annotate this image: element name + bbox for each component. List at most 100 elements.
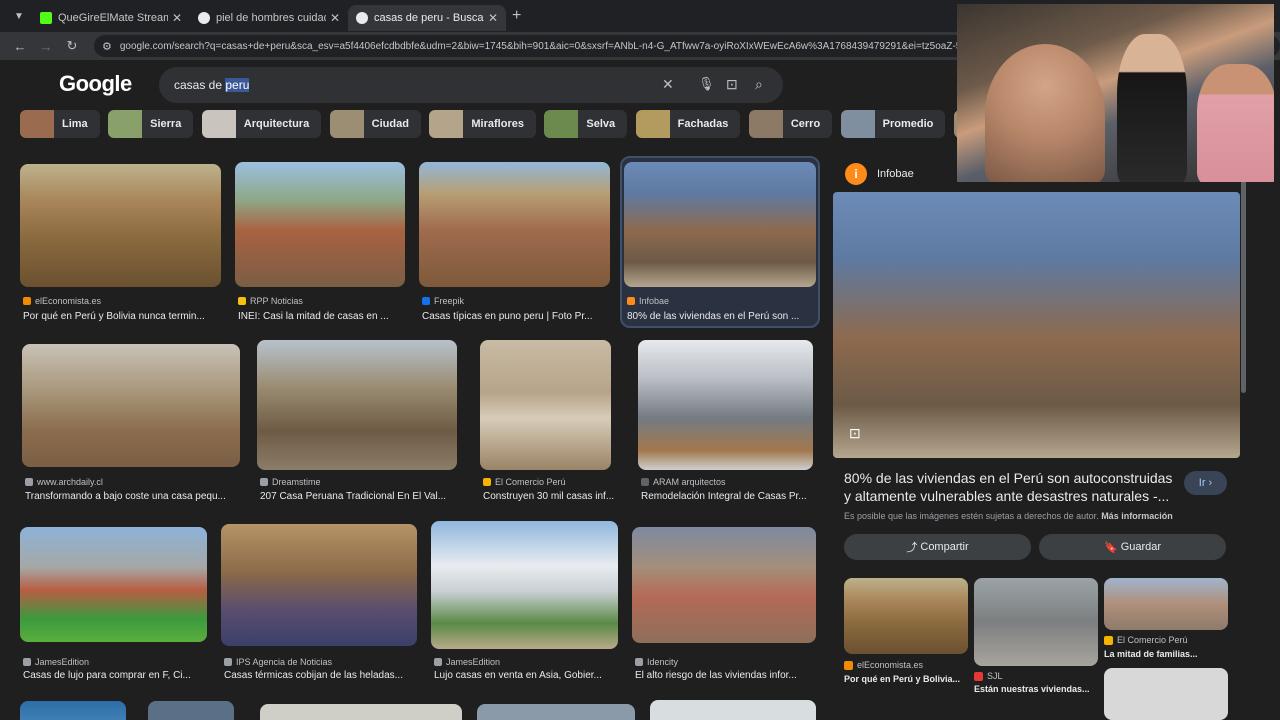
visit-button[interactable]: Ir › — [1184, 471, 1227, 495]
bookmark-icon: 🔖 — [1103, 541, 1121, 554]
image-result[interactable]: elEconomista.es Por qué en Perú y Bolivi… — [20, 164, 221, 324]
result-image[interactable] — [257, 340, 457, 470]
related-caption[interactable]: Por qué en Perú y Bolivia... — [844, 674, 968, 684]
related-image[interactable] — [974, 578, 1098, 666]
result-image[interactable] — [22, 344, 240, 467]
back-arrow-icon[interactable]: ← — [8, 39, 32, 54]
result-caption[interactable]: 80% de las viviendas en el Perú son ... — [627, 311, 817, 322]
related-result[interactable]: elEconomista.es Por qué en Perú y Bolivi… — [844, 578, 968, 688]
lens-search-icon[interactable]: ⊡ — [849, 425, 861, 442]
chip-sierra[interactable]: Sierra — [108, 110, 194, 138]
new-tab-icon[interactable]: + — [512, 7, 521, 25]
image-result[interactable]: Idencity El alto riesgo de las viviendas… — [632, 527, 816, 687]
image-result[interactable]: IPS Agencia de Noticias Casas térmicas c… — [221, 524, 417, 687]
chip-promedio[interactable]: Promedio — [840, 110, 946, 138]
result-caption[interactable]: El alto riesgo de las viviendas infor... — [635, 670, 819, 681]
close-tab-icon[interactable]: ✕ — [330, 11, 340, 25]
tab-search-icon[interactable]: ▼ — [6, 3, 32, 29]
panel-scrollbar[interactable] — [1241, 180, 1246, 393]
result-image[interactable] — [235, 162, 405, 287]
chip-selva[interactable]: Selva — [544, 110, 628, 138]
chip-label: Sierra — [150, 118, 182, 130]
related-image[interactable] — [844, 578, 968, 654]
related-image[interactable] — [1104, 578, 1228, 630]
chip-label: Miraflores — [471, 118, 524, 130]
result-caption[interactable]: Casas típicas en puno peru | Foto Pr... — [422, 311, 612, 322]
result-caption[interactable]: Lujo casas en venta en Asia, Gobier... — [434, 670, 619, 681]
close-tab-icon[interactable]: ✕ — [488, 11, 498, 25]
image-result[interactable]: JamesEdition Casas de lujo para comprar … — [20, 527, 207, 687]
related-result[interactable]: SJL Están nuestras viviendas... — [974, 578, 1098, 694]
result-image[interactable] — [624, 162, 816, 287]
result-caption[interactable]: Construyen 30 mil casas inf... — [483, 491, 621, 502]
source-favicon-icon — [224, 658, 232, 666]
chip-thumbnail — [108, 110, 143, 138]
forward-arrow-icon[interactable]: → — [34, 39, 58, 54]
share-button[interactable]: ⤴ Compartir — [844, 534, 1031, 560]
reload-icon[interactable]: ↻ — [60, 38, 84, 54]
result-source: El Comercio Perú — [483, 477, 566, 487]
related-source: El Comercio Perú — [1104, 635, 1188, 645]
result-caption[interactable]: Transformando a bajo coste una casa pequ… — [25, 491, 240, 502]
image-result[interactable]: Dreamstime 207 Casa Peruana Tradicional … — [257, 340, 457, 506]
result-caption[interactable]: 207 Casa Peruana Tradicional En El Val..… — [260, 491, 460, 502]
chip-cerro[interactable]: Cerro — [748, 110, 833, 138]
related-image[interactable] — [1104, 668, 1228, 720]
clear-icon[interactable]: ✕ — [662, 76, 674, 93]
image-result[interactable]: El Comercio Perú Construyen 30 mil casas… — [480, 340, 614, 506]
chip-lima[interactable]: Lima — [20, 110, 100, 138]
result-image[interactable] — [477, 704, 635, 720]
chip-fachadas[interactable]: Fachadas — [635, 110, 741, 138]
preview-image[interactable] — [833, 192, 1240, 458]
result-caption[interactable]: Remodelación Integral de Casas Pr... — [641, 491, 817, 502]
result-source: www.archdaily.cl — [25, 477, 103, 487]
result-image[interactable] — [431, 521, 618, 649]
result-image[interactable] — [20, 527, 207, 642]
search-icon[interactable]: ⌕ — [755, 76, 763, 93]
result-image[interactable] — [638, 340, 813, 470]
result-caption[interactable]: Casas de lujo para comprar en F, Ci... — [23, 670, 208, 681]
site-info-icon[interactable]: ⚙ — [102, 40, 112, 53]
result-caption[interactable]: Por qué en Perú y Bolivia nunca termin..… — [23, 311, 221, 322]
image-result-selected[interactable]: Infobae 80% de las viviendas en el Perú … — [620, 156, 820, 328]
chip-ciudad[interactable]: Ciudad — [329, 110, 421, 138]
result-image[interactable] — [260, 704, 462, 720]
related-caption[interactable]: Están nuestras viviendas... — [974, 684, 1098, 694]
image-result[interactable]: ARAM arquitectos Remodelación Integral d… — [638, 340, 813, 506]
chip-thumbnail — [544, 110, 579, 138]
result-image[interactable] — [419, 162, 610, 287]
lens-camera-icon[interactable]: ⊡ — [726, 76, 738, 93]
chip-label: Cerro — [790, 118, 821, 130]
result-image[interactable] — [221, 524, 417, 646]
result-image[interactable] — [650, 700, 816, 720]
save-button[interactable]: 🔖 Guardar — [1039, 534, 1226, 560]
result-caption[interactable]: INEI: Casi la mitad de casas en ... — [238, 311, 410, 322]
image-result[interactable]: JamesEdition Lujo casas en venta en Asia… — [431, 521, 618, 687]
chip-miraflores[interactable]: Miraflores — [429, 110, 536, 138]
result-caption[interactable]: Casas térmicas cobijan de las heladas... — [224, 670, 418, 681]
close-tab-icon[interactable]: ✕ — [172, 11, 182, 25]
result-image[interactable] — [20, 164, 221, 287]
related-result[interactable]: El Comercio Perú La mitad de familias... — [1104, 578, 1228, 720]
tab-piel[interactable]: piel de hombres cuidada - Busc ✕ — [190, 5, 348, 31]
search-box[interactable]: casas de peru ✕ 🎙 ⊡ ⌕ — [159, 67, 783, 103]
publisher-name[interactable]: Infobae — [877, 168, 914, 180]
related-caption[interactable]: La mitad de familias... — [1104, 649, 1228, 659]
google-logo[interactable]: Google — [59, 71, 132, 97]
result-image[interactable] — [148, 701, 234, 720]
image-result[interactable]: www.archdaily.cl Transformando a bajo co… — [22, 344, 240, 506]
search-query[interactable]: casas de peru — [174, 78, 250, 92]
source-favicon-icon — [627, 297, 635, 305]
microphone-icon[interactable]: 🎙 — [698, 76, 715, 92]
result-image[interactable] — [480, 340, 611, 470]
preview-title[interactable]: 80% de las viviendas en el Perú son auto… — [844, 469, 1174, 505]
image-result[interactable]: RPP Noticias INEI: Casi la mitad de casa… — [235, 162, 405, 324]
more-info-link[interactable]: Más información — [1101, 511, 1173, 521]
tab-kick[interactable]: QueGireElMate Stream - Kick D ✕ — [32, 5, 190, 31]
result-image[interactable] — [20, 701, 126, 720]
chip-arquitectura[interactable]: Arquitectura — [201, 110, 322, 138]
image-result[interactable]: Freepik Casas típicas en puno peru | Fot… — [419, 162, 610, 324]
result-image[interactable] — [632, 527, 816, 643]
tab-casas-peru[interactable]: casas de peru - Buscar con Goo ✕ — [348, 5, 506, 31]
filter-chips: Lima Sierra Arquitectura Ciudad Miraflor… — [20, 110, 960, 140]
